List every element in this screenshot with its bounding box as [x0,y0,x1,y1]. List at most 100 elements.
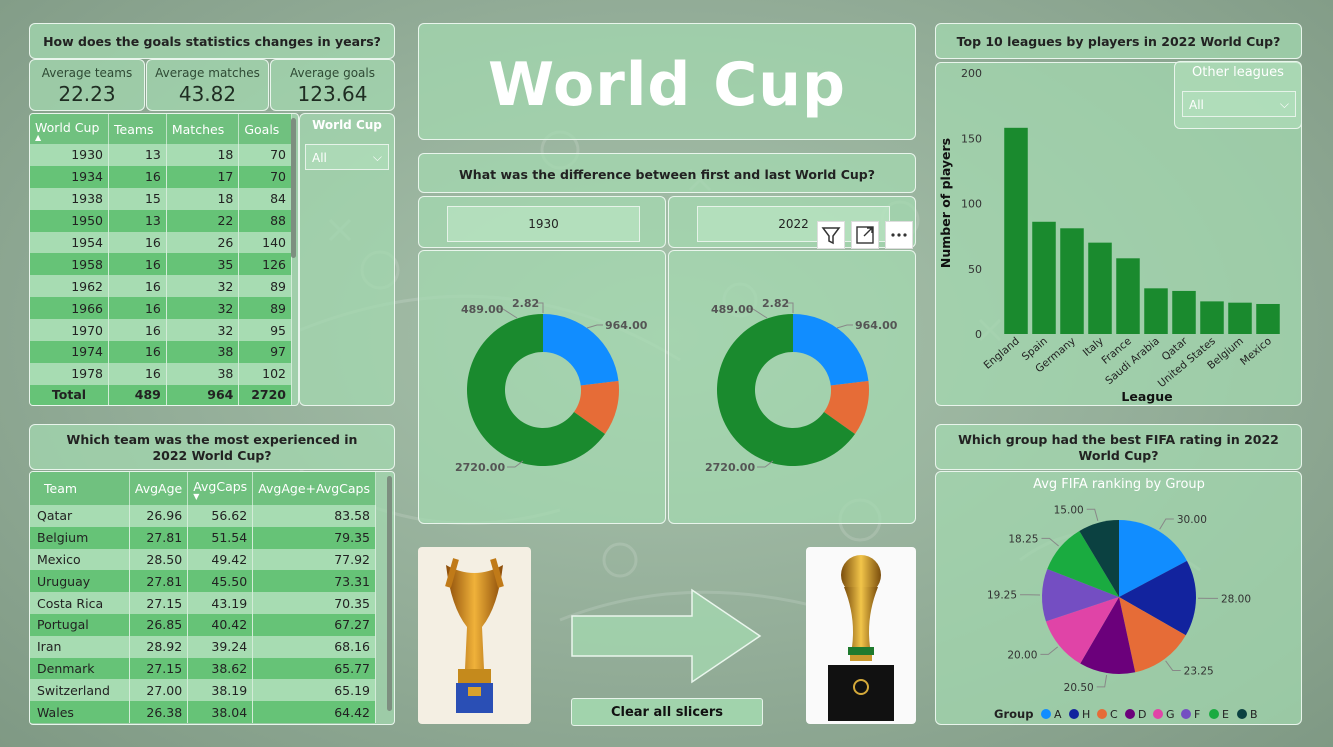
more-options-icon [891,233,907,237]
table-row[interactable]: 1938 15 18 84 [30,187,292,210]
bar-england [1004,127,1028,334]
table-cell: 83.58 [252,505,376,527]
legend-marker [1153,709,1163,719]
trophy-2022-image [806,547,916,724]
table-cell: 89 [238,297,292,320]
table-cell: 22 [166,209,240,232]
leader-line [1165,660,1181,671]
legend-marker [1209,709,1219,719]
arrow-right-icon [571,588,762,684]
other-leagues-slicer: Other leagues All ⌵ [1174,61,1302,129]
table-row[interactable]: 1978 16 38 102 [30,362,292,385]
experience-panel-title: Which team was the most experienced in 2… [66,432,358,463]
table-row[interactable]: Uruguay 27.81 45.50 73.31 [30,570,376,593]
table-row[interactable]: Iran 28.92 39.24 68.16 [30,635,376,658]
column-header-worldcup[interactable]: World Cup ▲ [30,114,109,144]
column-header-team[interactable]: Team [30,472,130,505]
table-cell: 77.92 [252,548,376,571]
table-cell: Iran [30,635,130,658]
leader-line [1086,508,1099,522]
column-header-matches[interactable]: Matches [166,114,240,144]
y-tick-label: 50 [968,263,982,276]
table-cell: 1934 [30,165,109,188]
column-header-goals[interactable]: Goals [238,114,292,144]
year-slicer-1930[interactable]: 1930 [447,206,640,242]
legend-label: D [1138,708,1146,721]
table-cell: 26.85 [129,613,189,636]
other-leagues-dropdown[interactable]: All ⌵ [1182,91,1296,117]
table-cell: 16 [108,231,167,254]
kpi-average-teams: Average teams 22.23 [29,59,145,111]
table-row[interactable]: Wales 26.38 38.04 64.42 [30,701,376,723]
table-row[interactable]: Qatar 26.96 56.62 83.58 [30,505,376,527]
table-cell: 88 [238,209,292,232]
table-cell: 73.31 [252,570,376,593]
table-cell: Uruguay [30,570,130,593]
table-cell: Portugal [30,613,130,636]
table-cell: 39.24 [187,635,254,658]
table-row[interactable]: Costa Rica 27.15 43.19 70.35 [30,592,376,614]
table-row[interactable]: Portugal 26.85 40.42 67.27 [30,613,376,636]
table-cell: Switzerland [30,679,130,702]
table-cell: 28.50 [129,548,189,571]
experience-title-panel: Which team was the most experienced in 2… [29,424,395,470]
kpi-label: Average goals [290,66,375,80]
column-header-avgage-avgcaps[interactable]: AvgAge+AvgCaps [252,472,376,505]
kpi-value: 43.82 [178,82,237,106]
table-row[interactable]: Belgium 27.81 51.54 79.35 [30,526,376,549]
legend-label: F [1194,708,1200,721]
table-cell: 13 [108,209,167,232]
table-cell: 68.16 [252,635,376,658]
table-row[interactable]: 1930 13 18 70 [30,144,292,166]
table-cell: 95 [238,319,292,342]
table-row[interactable]: Denmark 27.15 38.62 65.77 [30,657,376,680]
table-cell: 1962 [30,275,109,298]
table-cell: 1966 [30,297,109,320]
table-cell: 126 [238,253,292,276]
more-options-button[interactable] [885,221,913,249]
data-label: 19.25 [987,590,1017,602]
table-row[interactable]: Mexico 28.50 49.42 77.92 [30,548,376,571]
table-row[interactable]: 1958 16 35 126 [30,253,292,276]
table-row[interactable]: 1970 16 32 95 [30,319,292,342]
data-label: 964.00 [855,319,898,332]
data-label: 28.00 [1221,593,1251,605]
column-header-avgage[interactable]: AvgAge [129,472,189,505]
chevron-down-icon: ⌵ [1279,97,1289,111]
experience-table-panel: Team AvgAge AvgCaps ▼ AvgAge+AvgCaps Qat… [29,471,395,725]
leagues-title-panel: Top 10 leagues by players in 2022 World … [935,23,1302,59]
table-row[interactable]: 1934 16 17 70 [30,165,292,188]
clear-all-slicers-button[interactable]: Clear all slicers [571,698,763,726]
table-row[interactable]: 1950 13 22 88 [30,209,292,232]
table-cell: 38.04 [187,701,254,723]
table-row[interactable]: Switzerland 27.00 38.19 65.19 [30,679,376,702]
table-cell: Wales [30,701,130,723]
data-label: 20.50 [1064,682,1094,694]
table-scrollbar[interactable] [387,476,392,711]
dropdown-value: All [312,151,327,165]
fifa-panel-title: Which group had the best FIFA rating in … [958,432,1279,463]
table-row[interactable]: 1954 16 26 140 [30,231,292,254]
worldcup-dropdown[interactable]: All ⌵ [305,144,389,170]
table-row[interactable]: 1962 16 32 89 [30,275,292,298]
data-label: 489.00 [711,303,754,316]
filter-button[interactable] [817,221,845,249]
x-tick-label: England [982,335,1022,372]
table-cell: 1930 [30,144,109,166]
data-label: 2.82 [762,297,789,310]
table-row[interactable]: 1966 16 32 89 [30,297,292,320]
table-cell: 27.15 [129,657,189,680]
column-header-teams[interactable]: Teams [108,114,167,144]
total-cell: 2720 [238,384,292,405]
focus-mode-button[interactable] [851,221,879,249]
kpi-value: 123.64 [297,82,368,106]
table-row[interactable]: 1974 16 38 97 [30,341,292,363]
column-header-avgcaps[interactable]: AvgCaps ▼ [187,472,254,505]
year-slicer-left-panel: 1930 [418,196,666,248]
table-cell: 26.96 [129,505,189,527]
data-label: 15.00 [1054,504,1084,516]
donut-2022-panel: 964.00 489.00 2.82 2720.00 [668,250,916,524]
table-cell: 27.81 [129,526,189,549]
table-scrollbar[interactable] [291,118,296,258]
table-cell: 17 [166,165,240,188]
